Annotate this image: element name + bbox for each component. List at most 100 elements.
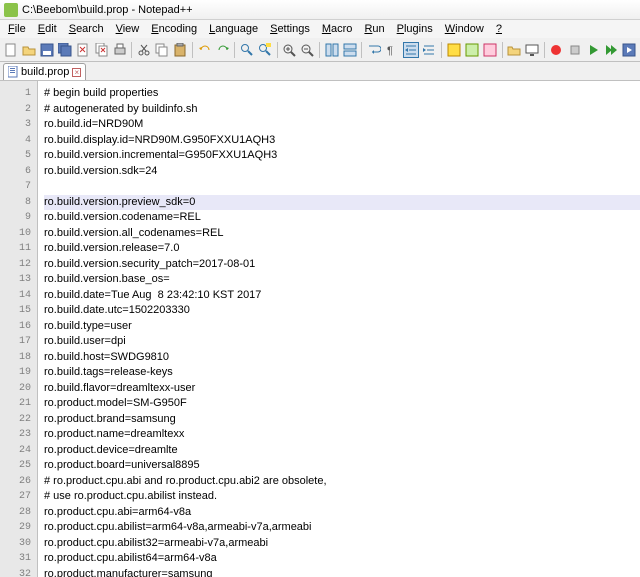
line-number: 14: [0, 288, 31, 304]
menu-encoding[interactable]: Encoding: [145, 23, 203, 35]
code-line: ro.product.device=dreamlte: [44, 443, 640, 459]
line-number: 32: [0, 567, 31, 577]
line-number: 16: [0, 319, 31, 335]
sync-h-icon[interactable]: [342, 42, 357, 58]
line-number: 26: [0, 474, 31, 490]
menu-help[interactable]: ?: [490, 23, 508, 35]
line-number: 13: [0, 272, 31, 288]
undo-icon[interactable]: [197, 42, 212, 58]
tab-close-icon[interactable]: ×: [72, 68, 81, 77]
line-number: 6: [0, 164, 31, 180]
print-icon[interactable]: [112, 42, 127, 58]
line-number: 15: [0, 303, 31, 319]
save-icon[interactable]: [39, 42, 54, 58]
code-line: # use ro.product.cpu.abilist instead.: [44, 489, 640, 505]
code-line: ro.build.flavor=dreamltexx-user: [44, 381, 640, 397]
app-icon: [4, 3, 18, 17]
line-number: 9: [0, 210, 31, 226]
code-line: ro.product.model=SM-G950F: [44, 396, 640, 412]
menu-plugins[interactable]: Plugins: [391, 23, 439, 35]
code-line: ro.build.version.all_codenames=REL: [44, 226, 640, 242]
funclist-icon[interactable]: [482, 42, 497, 58]
folder-icon[interactable]: [507, 42, 522, 58]
line-number: 10: [0, 226, 31, 242]
menu-view[interactable]: View: [110, 23, 146, 35]
line-number: 8: [0, 195, 31, 211]
code-line: ro.build.id=NRD90M: [44, 117, 640, 133]
wordwrap-icon[interactable]: [366, 42, 381, 58]
close-icon[interactable]: [76, 42, 91, 58]
code-line: ro.product.name=dreamltexx: [44, 427, 640, 443]
line-number: 18: [0, 350, 31, 366]
code-line: # begin build properties: [44, 86, 640, 102]
code-line: ro.build.host=SWDG9810: [44, 350, 640, 366]
code-line: ro.product.cpu.abilist64=arm64-v8a: [44, 551, 640, 567]
docmap-icon[interactable]: [464, 42, 479, 58]
code-line: ro.build.date.utc=1502203330: [44, 303, 640, 319]
code-line: ro.product.cpu.abilist32=armeabi-v7a,arm…: [44, 536, 640, 552]
line-numbers: 1234567891011121314151617181920212223242…: [0, 81, 38, 577]
playmulti-icon[interactable]: [603, 42, 618, 58]
code-line: # autogenerated by buildinfo.sh: [44, 102, 640, 118]
zoomin-icon[interactable]: [282, 42, 297, 58]
line-number: 7: [0, 179, 31, 195]
menu-window[interactable]: Window: [439, 23, 490, 35]
menu-run[interactable]: Run: [358, 23, 390, 35]
open-icon[interactable]: [21, 42, 36, 58]
code-line: ro.product.cpu.abi=arm64-v8a: [44, 505, 640, 521]
editor: 1234567891011121314151617181920212223242…: [0, 81, 640, 577]
titlebar: C:\Beebom\build.prop - Notepad++: [0, 0, 640, 20]
tabstrip: build.prop ×: [0, 62, 640, 81]
code-line: ro.product.board=universal8895: [44, 458, 640, 474]
outdent-icon[interactable]: [422, 42, 437, 58]
line-number: 24: [0, 443, 31, 459]
redo-icon[interactable]: [215, 42, 230, 58]
stop-icon[interactable]: [567, 42, 582, 58]
new-icon[interactable]: [3, 42, 18, 58]
code-line: ro.build.version.base_os=: [44, 272, 640, 288]
allchars-icon[interactable]: ¶: [385, 42, 400, 58]
code-line: ro.build.tags=release-keys: [44, 365, 640, 381]
code-line: ro.build.version.codename=REL: [44, 210, 640, 226]
code-line: ro.product.manufacturer=samsung: [44, 567, 640, 577]
menubar: FileEditSearchViewEncodingLanguageSettin…: [0, 20, 640, 38]
menu-macro[interactable]: Macro: [316, 23, 359, 35]
find-icon[interactable]: [239, 42, 254, 58]
closeall-icon[interactable]: [94, 42, 109, 58]
saveall-icon[interactable]: [58, 42, 73, 58]
line-number: 25: [0, 458, 31, 474]
code-line: ro.product.cpu.abilist=arm64-v8a,armeabi…: [44, 520, 640, 536]
replace-icon[interactable]: [258, 42, 273, 58]
record-icon[interactable]: [549, 42, 564, 58]
code-line: ro.build.version.release=7.0: [44, 241, 640, 257]
sync-v-icon[interactable]: [324, 42, 339, 58]
line-number: 12: [0, 257, 31, 273]
line-number: 1: [0, 86, 31, 102]
zoomout-icon[interactable]: [300, 42, 315, 58]
savemacro-icon[interactable]: [622, 42, 637, 58]
toolbar: ¶: [0, 38, 640, 62]
monitor-icon[interactable]: [525, 42, 540, 58]
line-number: 2: [0, 102, 31, 118]
play-icon[interactable]: [585, 42, 600, 58]
menu-language[interactable]: Language: [203, 23, 264, 35]
code-line: ro.build.version.sdk=24: [44, 164, 640, 180]
cut-icon[interactable]: [136, 42, 151, 58]
copy-icon[interactable]: [155, 42, 170, 58]
indent-icon[interactable]: [403, 42, 419, 58]
menu-settings[interactable]: Settings: [264, 23, 316, 35]
menu-file[interactable]: File: [2, 23, 32, 35]
line-number: 11: [0, 241, 31, 257]
code-area[interactable]: # begin build properties# autogenerated …: [38, 81, 640, 577]
svg-text:¶: ¶: [387, 45, 393, 57]
menu-search[interactable]: Search: [63, 23, 110, 35]
paste-icon[interactable]: [173, 42, 188, 58]
udl-icon[interactable]: [446, 42, 461, 58]
line-number: 27: [0, 489, 31, 505]
line-number: 3: [0, 117, 31, 133]
code-line: ro.build.version.incremental=G950FXXU1AQ…: [44, 148, 640, 164]
code-line: ro.build.version.security_patch=2017-08-…: [44, 257, 640, 273]
line-number: 22: [0, 412, 31, 428]
menu-edit[interactable]: Edit: [32, 23, 63, 35]
tab-buildprop[interactable]: build.prop ×: [3, 63, 86, 80]
